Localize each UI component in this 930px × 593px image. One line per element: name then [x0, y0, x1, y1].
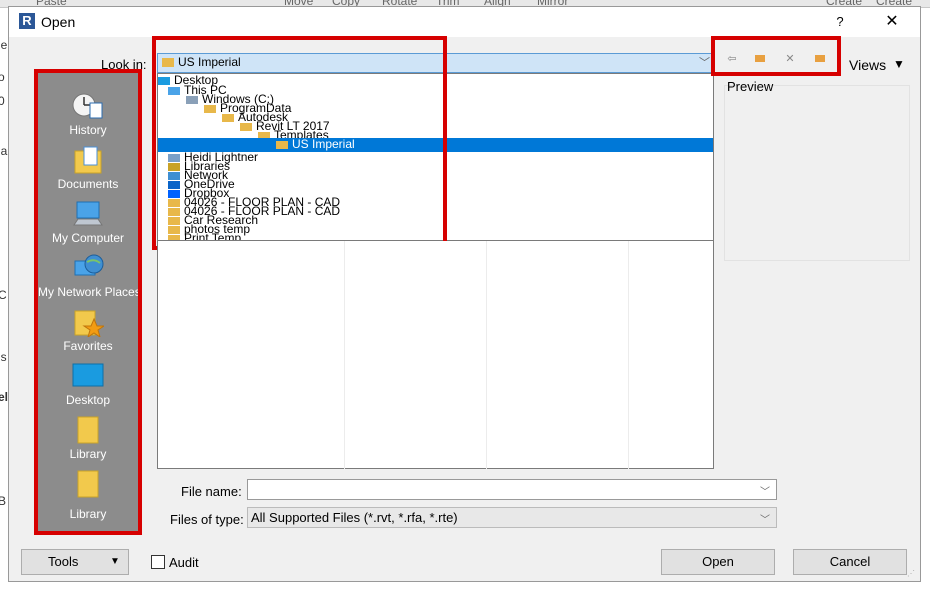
column-divider — [344, 241, 345, 469]
highlight-tree — [152, 36, 447, 250]
revit-logo-icon: R — [19, 13, 35, 29]
bg-letter: C — [0, 288, 7, 302]
bg-letter: la — [0, 144, 8, 158]
dialog-title: Open — [41, 14, 76, 30]
title-bar: R Open ? ✕ — [9, 7, 920, 37]
bg-letter: el — [0, 390, 9, 404]
preview-box — [724, 85, 910, 261]
open-dialog: R Open ? ✕ History Documents My Computer… — [8, 6, 921, 582]
bg-letter: o — [0, 70, 5, 84]
file-name-label: File name: — [181, 484, 242, 499]
tools-button[interactable]: Tools ▼ — [21, 549, 129, 575]
close-button[interactable]: ✕ — [875, 10, 909, 34]
chevron-down-icon: ﹀ — [699, 57, 710, 69]
resize-grip-icon[interactable]: ⋰ — [907, 569, 919, 581]
preview-label: Preview — [727, 79, 774, 94]
lookin-label: Look in: — [101, 57, 147, 72]
bg-letter: l — [0, 240, 1, 254]
chevron-down-icon: ﹀ — [760, 515, 770, 526]
views-button[interactable]: Views — [849, 57, 886, 73]
caret-down-icon: ▼ — [110, 556, 120, 567]
column-divider — [486, 241, 487, 469]
file-list[interactable] — [157, 241, 714, 469]
highlight-sidebar — [34, 69, 142, 535]
file-type-select[interactable]: All Supported Files (*.rvt, *.rfa, *.rte… — [247, 507, 777, 528]
help-button[interactable]: ? — [825, 11, 855, 33]
file-name-input[interactable]: ﹀ — [247, 479, 777, 500]
bg-letter: ie — [0, 38, 8, 52]
audit-checkbox[interactable] — [151, 555, 165, 569]
cancel-button[interactable]: Cancel — [793, 549, 907, 575]
column-divider — [628, 241, 629, 469]
background-right-panel — [920, 8, 930, 593]
file-type-value: All Supported Files (*.rvt, *.rfa, *.rte… — [251, 510, 458, 525]
file-type-label: Files of type: — [170, 512, 244, 527]
audit-label: Audit — [169, 555, 199, 570]
bg-letter: l — [0, 186, 1, 200]
tools-label: Tools — [48, 554, 79, 569]
bg-letter: l — [0, 204, 1, 218]
bg-letter: ls — [0, 350, 7, 364]
highlight-toolbar — [711, 36, 841, 76]
bg-letter: B — [0, 494, 7, 508]
chevron-down-icon[interactable]: ﹀ — [760, 483, 770, 498]
open-button[interactable]: Open — [661, 549, 775, 575]
background-bottom — [0, 582, 930, 593]
bg-letter: l — [0, 222, 1, 236]
bg-letter: 0 — [0, 94, 5, 108]
bg-letter: l — [0, 370, 1, 384]
caret-down-icon[interactable]: ▼ — [893, 57, 905, 71]
